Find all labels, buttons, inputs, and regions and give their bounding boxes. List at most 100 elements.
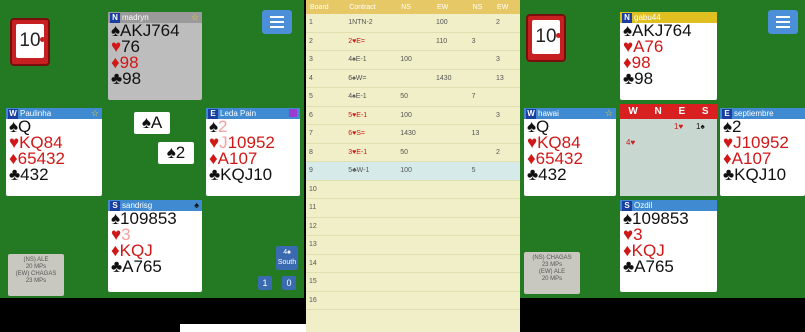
table-cell: 3	[493, 50, 520, 70]
table-cell: 3	[306, 50, 346, 70]
table-row[interactable]: 9 5♣W-1 100 5	[306, 161, 520, 181]
south-hand-right: S Ozdil ♠109853 ♥3 ♦KQJ ♣A765	[620, 200, 717, 292]
table-row[interactable]: 16	[306, 291, 520, 310]
tricks-counter-right: 10	[526, 14, 566, 62]
table-row[interactable]: 5 4♠E-1 50 7	[306, 87, 520, 107]
table-cell: 5	[306, 87, 346, 107]
table-row[interactable]: 10	[306, 180, 520, 199]
table-cell	[493, 180, 520, 199]
table-cell: 6	[306, 106, 346, 125]
table-cell	[468, 180, 494, 199]
table-cell: 7	[306, 124, 346, 144]
table-cell: 1430	[432, 69, 469, 88]
column-header: EW	[432, 0, 469, 14]
table-cell: 5♣W-1	[345, 161, 398, 181]
table-cell	[493, 254, 520, 273]
table-cell	[397, 272, 433, 292]
table-cell: 1	[306, 14, 346, 33]
table-cell	[432, 50, 469, 70]
table-cell	[468, 198, 494, 218]
table-row[interactable]: 4 6♠W= 1430 13	[306, 69, 520, 88]
table-cell	[397, 235, 433, 255]
table-row[interactable]: 14	[306, 254, 520, 273]
table-cell	[432, 124, 469, 144]
table-cell	[345, 235, 398, 255]
table-cell: 4♠E-1	[345, 87, 398, 107]
menu-button-right[interactable]	[768, 10, 798, 34]
table-cell	[432, 87, 469, 107]
table-cell: 1NTN-2	[345, 14, 398, 33]
table-cell: 5	[468, 161, 494, 181]
table-cell: 13	[468, 124, 494, 144]
score-ew: 0	[282, 276, 296, 290]
table-cell	[432, 254, 469, 273]
table-cell	[345, 291, 398, 310]
table-cell	[397, 217, 433, 236]
table-cell: 4	[306, 69, 346, 88]
table-cell: 14	[306, 254, 346, 273]
player-badge-icon	[289, 109, 297, 117]
west-hand-right: Whawai ☆ ♠Q ♥KQ84 ♦65432 ♣432	[524, 108, 616, 196]
table-cell: 100	[432, 14, 469, 33]
table-cell	[468, 50, 494, 70]
table-cell	[432, 161, 469, 181]
star-icon: ☆	[90, 108, 99, 118]
column-header: EW	[493, 0, 520, 14]
table-cell	[468, 14, 494, 33]
table-cell	[345, 217, 398, 236]
table-cell	[345, 254, 398, 273]
table-cell: 16	[306, 291, 346, 310]
table-row[interactable]: 11	[306, 198, 520, 218]
table-cell: 100	[397, 161, 433, 181]
table-cell	[493, 161, 520, 181]
east-hand: E Leda Pain ♠2 ♥J10952 ♦A107 ♣KQJ10	[206, 108, 300, 196]
table-cell	[468, 291, 494, 310]
table-cell: 9	[306, 161, 346, 181]
table-cell	[432, 291, 469, 310]
table-row[interactable]: 6 5♥E-1 100 3	[306, 106, 520, 125]
table-cell: 5♥E-1	[345, 106, 398, 125]
table-cell	[432, 198, 469, 218]
table-cell: 50	[397, 87, 433, 107]
table-row[interactable]: 15	[306, 272, 520, 292]
table-cell: 3	[468, 32, 494, 51]
table-cell: 1430	[397, 124, 433, 144]
spade-turn-icon: ♠	[194, 200, 199, 210]
menu-button[interactable]	[262, 10, 292, 34]
east-hand-right: Eseptiembre ♠2 ♥J10952 ♦A107 ♣KQJ10	[720, 108, 805, 196]
west-hand: W Paulinha ☆ ♠Q ♥KQ84 ♦65432 ♣432	[6, 108, 102, 196]
table-cell: 100	[397, 50, 433, 70]
score-info: (NS) ALE 20 MPs (EW) CHAGAS 23 MPs	[8, 254, 64, 296]
south-hand[interactable]: Ssandrisg ♠ ♠109853 ♥3 ♦KQJ ♣A765	[108, 200, 202, 292]
table-cell	[493, 235, 520, 255]
table-row[interactable]: 3 4♠E-1 100 3	[306, 50, 520, 70]
bidding-box: WNES 1♥ 1♠ 4♥	[620, 104, 717, 196]
table-row[interactable]: 7 6♥S= 1430 13	[306, 124, 520, 144]
table-cell	[493, 291, 520, 310]
table-cell: 4♠E-1	[345, 50, 398, 70]
score-ns: 1	[258, 276, 272, 290]
table-row[interactable]: 12	[306, 217, 520, 236]
table-row[interactable]: 1 1NTN-2 100 2	[306, 14, 520, 33]
table-cell	[493, 198, 520, 218]
table-cell: 2	[493, 143, 520, 162]
table-cell	[493, 32, 520, 51]
table-cell: 110	[432, 32, 469, 51]
table-cell	[493, 217, 520, 236]
table-cell	[493, 124, 520, 144]
table-cell	[397, 254, 433, 273]
table-cell: 7	[468, 87, 494, 107]
column-header: Contract	[345, 0, 398, 14]
tricks-counter: 10	[10, 18, 50, 66]
star-icon: ☆	[604, 108, 613, 118]
table-row[interactable]: 2 2♥E= 110 3	[306, 32, 520, 51]
table-cell	[468, 272, 494, 292]
column-header: NS	[468, 0, 494, 14]
played-card-east: ♠2	[158, 142, 194, 164]
table-cell	[397, 198, 433, 218]
table-row[interactable]: 13	[306, 235, 520, 255]
table-cell	[432, 217, 469, 236]
played-card-north: ♠A	[134, 112, 170, 134]
table-cell	[468, 143, 494, 162]
table-row[interactable]: 8 3♥E-1 50 2	[306, 143, 520, 162]
